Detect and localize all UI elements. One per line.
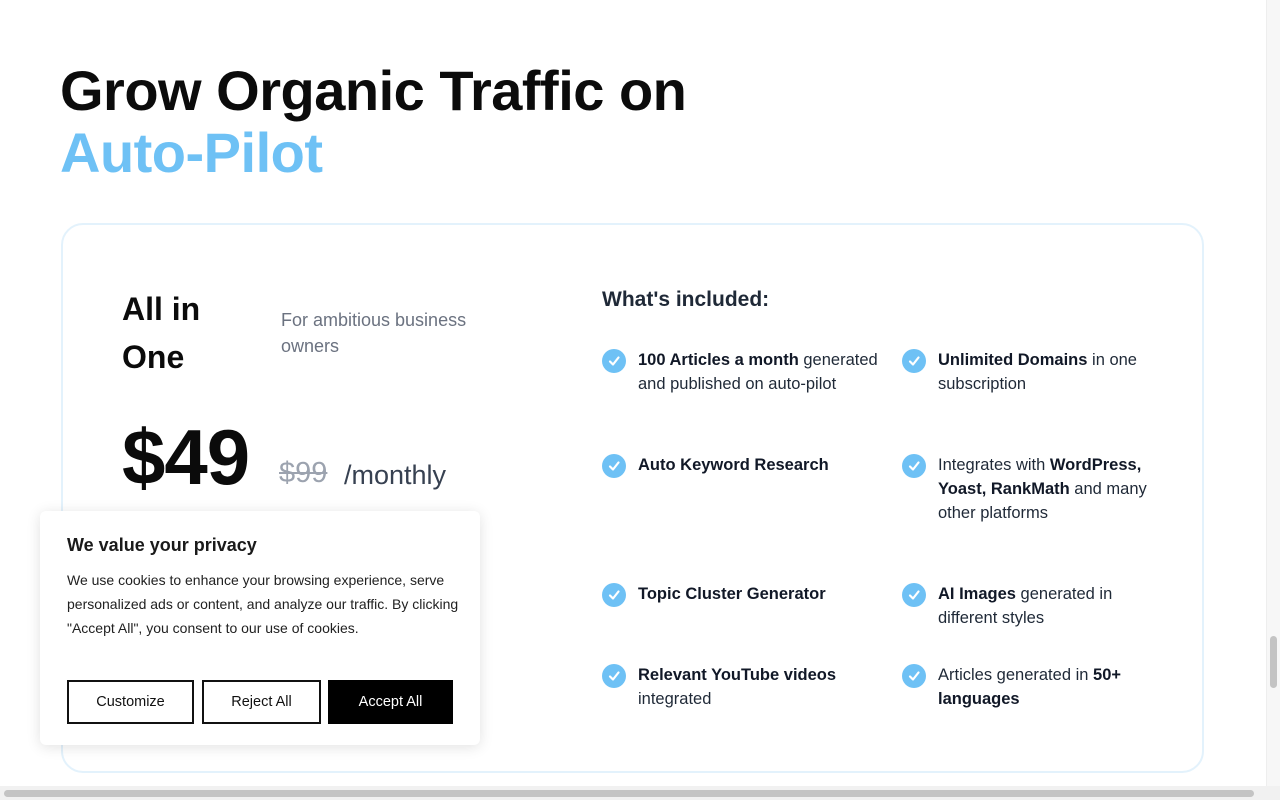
plan-subtitle: For ambitious business owners <box>281 310 467 356</box>
customize-button[interactable]: Customize <box>67 680 194 724</box>
feature-item: Topic Cluster Generator <box>602 582 878 607</box>
page-headline: Grow Organic Traffic on Auto-Pilot <box>60 59 687 184</box>
check-icon <box>602 583 626 607</box>
feature-text: integrated <box>638 690 712 708</box>
headline-accent: Auto-Pilot <box>60 121 323 184</box>
plan-period: /monthly <box>344 460 447 490</box>
feature-pre: Integrates with <box>938 456 1050 474</box>
page: Grow Organic Traffic on Auto-Pilot All i… <box>0 0 1266 786</box>
check-icon <box>602 454 626 478</box>
vertical-scrollbar-thumb[interactable] <box>1270 636 1277 688</box>
check-icon <box>602 664 626 688</box>
vertical-scrollbar[interactable] <box>1266 0 1280 786</box>
feature-bold: Topic Cluster Generator <box>638 585 826 603</box>
check-icon <box>602 349 626 373</box>
cookie-title: We value your privacy <box>67 535 257 555</box>
included-title: What's included: <box>602 288 770 311</box>
feature-bold: 100 Articles a month <box>638 351 799 369</box>
plan-price: $49 <box>122 413 250 501</box>
feature-bold: Unlimited Domains <box>938 351 1088 369</box>
plan-old-price: $99 <box>279 457 328 489</box>
feature-item: AI Images generated in different styles <box>902 582 1138 630</box>
feature-item: Relevant YouTube videos integrated <box>602 663 878 711</box>
plan-name: All in One <box>122 291 201 375</box>
feature-bold: Relevant YouTube videos <box>638 666 837 684</box>
reject-all-button[interactable]: Reject All <box>202 680 321 724</box>
check-icon <box>902 349 926 373</box>
headline-line1: Grow Organic Traffic on <box>60 59 687 122</box>
check-icon <box>902 454 926 478</box>
feature-bold: AI Images <box>938 585 1016 603</box>
check-icon <box>902 664 926 688</box>
feature-pre: Articles generated in <box>938 666 1094 684</box>
feature-item: 100 Articles a month generated and publi… <box>602 348 878 396</box>
check-icon <box>902 583 926 607</box>
accept-all-button[interactable]: Accept All <box>328 680 453 724</box>
feature-item: Auto Keyword Research <box>602 453 878 478</box>
horizontal-scrollbar-thumb[interactable] <box>4 790 1254 797</box>
feature-item: Integrates with WordPress, Yoast, RankMa… <box>902 453 1148 525</box>
feature-bold: Auto Keyword Research <box>638 456 829 474</box>
feature-item: Unlimited Domains in one subscription <box>902 348 1178 396</box>
feature-item: Articles generated in 50+ languages <box>902 663 1138 711</box>
horizontal-scrollbar[interactable] <box>0 786 1280 800</box>
cookie-consent-banner: We value your privacy We use cookies to … <box>40 511 480 745</box>
cookie-body: We use cookies to enhance your browsing … <box>67 572 459 636</box>
